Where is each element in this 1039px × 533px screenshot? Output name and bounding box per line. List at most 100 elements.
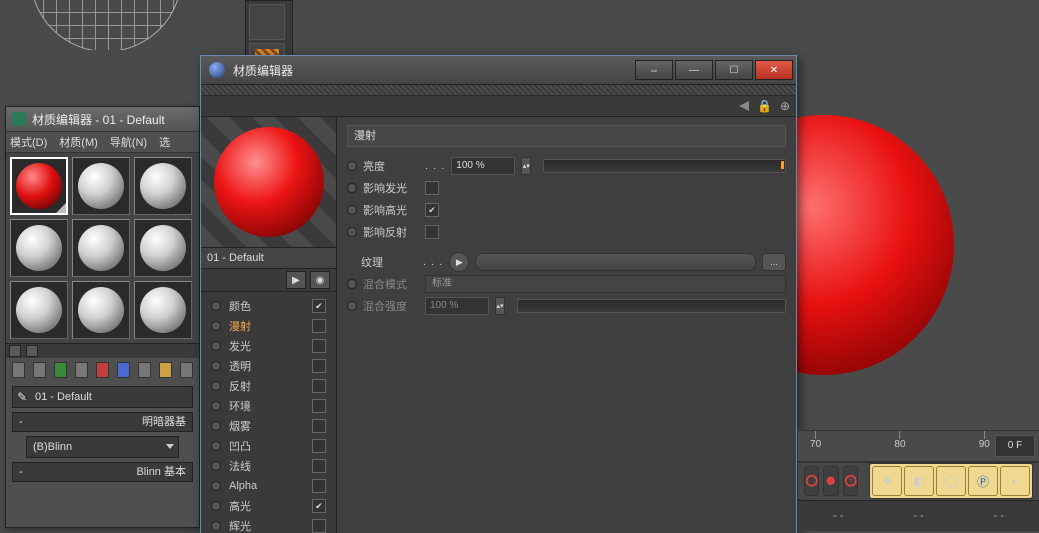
channel-checkbox[interactable] xyxy=(312,499,326,513)
channel-反射[interactable]: 反射 xyxy=(201,376,336,396)
channel-法线[interactable]: 法线 xyxy=(201,456,336,476)
tool-icon[interactable] xyxy=(159,362,172,378)
shader-dropdown[interactable]: (B)Blinn xyxy=(26,436,179,458)
shader-section-header[interactable]: -明暗器基 xyxy=(12,412,193,432)
material-slot-7[interactable] xyxy=(10,281,68,339)
material-slot-1[interactable] xyxy=(10,157,68,215)
material-slot-4[interactable] xyxy=(10,219,68,277)
status-bar: - - - - - - xyxy=(798,500,1039,531)
c4d-topbar: 🔒 ⊕ xyxy=(201,96,796,117)
tool-icon[interactable] xyxy=(138,362,151,378)
channel-checkbox[interactable] xyxy=(312,399,326,413)
channel-高光[interactable]: 高光 xyxy=(201,496,336,516)
channel-烟雾[interactable]: 烟雾 xyxy=(201,416,336,436)
tool-icon[interactable] xyxy=(180,362,193,378)
brightness-slider[interactable] xyxy=(543,159,786,173)
texture-browse-button[interactable]: ... xyxy=(762,253,786,271)
toolbar-slot[interactable] xyxy=(249,4,285,40)
material-slot-2[interactable] xyxy=(72,157,130,215)
material-name-input[interactable] xyxy=(31,391,192,403)
channel-checkbox[interactable] xyxy=(312,299,326,313)
channel-发光[interactable]: 发光 xyxy=(201,336,336,356)
record-button[interactable] xyxy=(804,466,819,496)
blend-strength-value[interactable]: 100 % xyxy=(425,297,489,315)
tool-icon[interactable] xyxy=(12,362,25,378)
lock-icon[interactable]: 🔒 xyxy=(757,99,772,113)
params-section-header[interactable]: -Blinn 基本 xyxy=(12,462,193,482)
brightness-spinner[interactable]: ▴▾ xyxy=(521,157,531,175)
affect-specular-checkbox[interactable] xyxy=(425,203,439,217)
blend-strength-spinner[interactable]: ▴▾ xyxy=(495,297,505,315)
material-slot-3[interactable] xyxy=(134,157,192,215)
autokey-button[interactable]: ? xyxy=(843,466,858,496)
channel-checkbox[interactable] xyxy=(312,459,326,473)
channel-label: 颜色 xyxy=(229,298,251,314)
scale-button[interactable]: ◯ xyxy=(936,466,966,496)
channel-checkbox[interactable] xyxy=(312,379,326,393)
material-slot-8[interactable] xyxy=(72,281,130,339)
nav-target-button[interactable]: ◉ xyxy=(310,271,330,289)
tool-icon[interactable] xyxy=(54,362,67,378)
timeline-ruler[interactable]: 708090 0 F xyxy=(798,430,1039,462)
anim-button[interactable]: ◐ xyxy=(1000,466,1030,496)
brightness-value[interactable]: 100 % xyxy=(451,157,515,175)
affect-reflection-checkbox[interactable] xyxy=(425,225,439,239)
texture-picker-button[interactable]: ▶ xyxy=(449,252,469,272)
channel-checkbox[interactable] xyxy=(312,439,326,453)
ruler-tick: 70 xyxy=(810,431,821,461)
window-maximize-button[interactable]: ☐ xyxy=(715,60,753,80)
blend-strength-label: 混合强度 xyxy=(363,298,419,314)
menu-navigate[interactable]: 导航(N) xyxy=(110,134,147,150)
menu-mode[interactable]: 模式(D) xyxy=(10,134,47,150)
ellipsis: . . . xyxy=(425,160,445,172)
channel-漫射[interactable]: 漫射 xyxy=(201,316,336,336)
nav-right-button[interactable]: ▶ xyxy=(286,271,306,289)
menu-material[interactable]: 材质(M) xyxy=(59,134,98,150)
channel-checkbox[interactable] xyxy=(312,359,326,373)
affect-luminance-checkbox[interactable] xyxy=(425,181,439,195)
blend-strength-slider[interactable] xyxy=(517,299,786,313)
rotate-button[interactable]: ◧ xyxy=(904,466,934,496)
c4d-window-title: 材质编辑器 xyxy=(233,62,634,79)
window-minimize-button[interactable]: — xyxy=(675,60,713,80)
tool-icon[interactable] xyxy=(117,362,130,378)
material-name-field[interactable]: ✎ xyxy=(12,386,193,408)
back-arrow-icon[interactable] xyxy=(739,101,749,111)
tool-icon[interactable] xyxy=(33,362,46,378)
slot-scrollbar[interactable] xyxy=(6,343,199,358)
blend-mode-dropdown[interactable]: 标准 xyxy=(425,275,786,293)
key-button[interactable] xyxy=(823,466,838,496)
channel-凹凸[interactable]: 凹凸 xyxy=(201,436,336,456)
viewport-wireframe-sphere xyxy=(30,0,180,50)
material-preview[interactable] xyxy=(201,117,336,248)
menu-select[interactable]: 选 xyxy=(159,134,170,150)
channel-checkbox[interactable] xyxy=(312,479,326,493)
channel-环境[interactable]: 环境 xyxy=(201,396,336,416)
window-help-button[interactable]: ⇔ xyxy=(635,60,673,80)
new-tab-icon[interactable]: ⊕ xyxy=(780,99,790,113)
material-slot-6[interactable] xyxy=(134,219,192,277)
material-name-label[interactable]: 01 - Default xyxy=(201,248,336,269)
material-slot-5[interactable] xyxy=(72,219,130,277)
param-dot-icon xyxy=(347,183,357,193)
param-button[interactable]: Ⓟ xyxy=(968,466,998,496)
grip-handle[interactable] xyxy=(201,85,796,96)
channel-Alpha[interactable]: Alpha xyxy=(201,476,336,496)
material-slot-9[interactable] xyxy=(134,281,192,339)
move-button[interactable]: ✥ xyxy=(872,466,902,496)
window-close-button[interactable]: ✕ xyxy=(755,60,793,80)
channel-checkbox[interactable] xyxy=(312,319,326,333)
tool-icon-delete[interactable] xyxy=(96,362,109,378)
affect-reflection-label: 影响反射 xyxy=(363,224,419,240)
c4d-titlebar[interactable]: 材质编辑器 ⇔ — ☐ ✕ xyxy=(201,56,796,85)
channel-透明[interactable]: 透明 xyxy=(201,356,336,376)
texture-path-field[interactable] xyxy=(475,253,756,271)
channel-checkbox[interactable] xyxy=(312,519,326,533)
tool-icon[interactable] xyxy=(75,362,88,378)
channel-checkbox[interactable] xyxy=(312,419,326,433)
max-window-titlebar[interactable]: 材质编辑器 - 01 - Default xyxy=(6,107,199,132)
param-dot-icon xyxy=(347,279,357,289)
channel-辉光[interactable]: 辉光 xyxy=(201,516,336,533)
channel-checkbox[interactable] xyxy=(312,339,326,353)
channel-颜色[interactable]: 颜色 xyxy=(201,296,336,316)
